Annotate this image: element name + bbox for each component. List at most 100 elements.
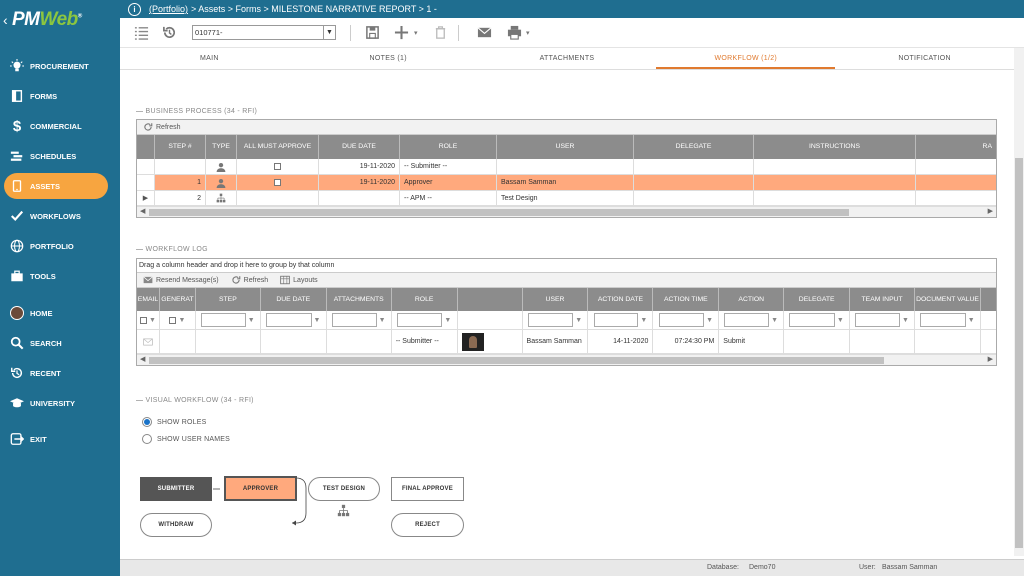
- due-date-filter-input[interactable]: [266, 313, 312, 327]
- sidebar-item-search[interactable]: SEARCH: [4, 330, 108, 356]
- filter-icon[interactable]: ▼: [314, 317, 321, 324]
- col-action-date[interactable]: ACTION DATE: [588, 288, 654, 311]
- radio-selected[interactable]: [142, 417, 152, 427]
- col-all-must-approve[interactable]: ALL MUST APPROVE: [237, 135, 319, 159]
- email-filter-checkbox[interactable]: [140, 316, 148, 324]
- sidebar-item-recent[interactable]: RECENT: [4, 360, 108, 386]
- add-icon[interactable]: [394, 18, 409, 48]
- filter-icon[interactable]: ▼: [640, 317, 647, 324]
- refresh-button[interactable]: Refresh: [143, 122, 181, 132]
- col-step[interactable]: STEP: [196, 288, 261, 311]
- generate-filter-checkbox[interactable]: [169, 316, 177, 324]
- document-value-filter-input[interactable]: [920, 313, 966, 327]
- col-ra[interactable]: RA: [916, 135, 996, 159]
- save-icon[interactable]: [365, 18, 380, 48]
- col-due-date[interactable]: DUE DATE: [319, 135, 400, 159]
- col-due-date[interactable]: DUE DATE: [261, 288, 327, 311]
- wf-node-submitter[interactable]: SUBMITTER: [140, 477, 212, 501]
- table-row-selected[interactable]: 1 19-11-2020 Approver Bassam Samman: [137, 175, 996, 191]
- tab-main[interactable]: MAIN: [120, 48, 299, 69]
- wf-node-withdraw[interactable]: WITHDRAW: [140, 513, 212, 537]
- col-type[interactable]: TYPE: [206, 135, 237, 159]
- hscroll-thumb[interactable]: [149, 357, 884, 364]
- refresh-button[interactable]: Refresh: [231, 275, 268, 285]
- sidebar-item-portfolio[interactable]: PORTFOLIO: [4, 233, 108, 259]
- user-filter-input[interactable]: [527, 313, 574, 327]
- expand-row-icon[interactable]: ▶: [137, 191, 155, 205]
- action-time-filter-input[interactable]: [658, 313, 705, 327]
- sidebar-item-workflows[interactable]: WORKFLOWS: [4, 203, 108, 229]
- all-must-approve-checkbox[interactable]: [274, 163, 281, 170]
- col-action-time[interactable]: ACTION TIME: [653, 288, 720, 311]
- col-step[interactable]: STEP #: [155, 135, 206, 159]
- chevron-down-icon[interactable]: ▼: [323, 26, 335, 39]
- info-icon[interactable]: i: [128, 2, 141, 16]
- col-document-value[interactable]: DOCUMENT VALUE: [915, 288, 981, 311]
- sidebar-item-home[interactable]: HOME: [4, 300, 108, 326]
- breadcrumb-portfolio-link[interactable]: (Portfolio): [149, 4, 188, 14]
- add-dropdown-icon[interactable]: ▾: [414, 18, 418, 48]
- col-attachments[interactable]: ATTACHMENTS: [327, 288, 392, 311]
- sidebar-item-commercial[interactable]: $ COMMERCIAL: [4, 113, 108, 139]
- page-scrollbar-thumb[interactable]: [1015, 158, 1023, 548]
- business-process-hscroll[interactable]: ◀ ▶: [137, 206, 996, 217]
- table-row[interactable]: ▶ 2 -- APM -- Test Design: [137, 191, 996, 206]
- logo[interactable]: ‹ PMWeb®: [0, 0, 120, 42]
- col-delegate[interactable]: DELEGATE: [784, 288, 851, 311]
- filter-icon[interactable]: ▼: [902, 317, 909, 324]
- col-action[interactable]: ACTION: [719, 288, 785, 311]
- col-team-input[interactable]: TEAM INPUT: [850, 288, 916, 311]
- action-filter-input[interactable]: [724, 313, 770, 327]
- sidebar-item-procurement[interactable]: PROCUREMENT: [4, 53, 108, 79]
- scroll-right-icon[interactable]: ▶: [988, 355, 993, 363]
- scroll-left-icon[interactable]: ◀: [140, 355, 145, 363]
- tab-attachments[interactable]: ATTACHMENTS: [478, 48, 657, 69]
- record-select[interactable]: 010771- ▼: [192, 25, 336, 40]
- team-input-filter-input[interactable]: [855, 313, 900, 327]
- col-email[interactable]: EMAIL: [137, 288, 160, 311]
- action-date-filter-input[interactable]: [593, 313, 639, 327]
- table-row[interactable]: 19-11-2020 -- Submitter --: [137, 159, 996, 175]
- filter-icon[interactable]: ▼: [771, 317, 778, 324]
- filter-icon[interactable]: ▼: [379, 317, 386, 324]
- tab-notification[interactable]: NOTIFICATION: [835, 48, 1014, 69]
- scroll-right-icon[interactable]: ▶: [988, 207, 993, 215]
- list-icon[interactable]: [134, 18, 149, 48]
- resend-messages-button[interactable]: Resend Message(s): [143, 275, 219, 285]
- wf-node-final-approve[interactable]: FINAL APPROVE: [391, 477, 464, 501]
- col-delegate[interactable]: DELEGATE: [634, 135, 754, 159]
- tab-workflow[interactable]: WORKFLOW (1/2): [656, 48, 836, 69]
- sidebar-item-tools[interactable]: TOOLS: [4, 263, 108, 289]
- layouts-button[interactable]: Layouts: [280, 275, 318, 285]
- table-row[interactable]: -- Submitter -- Bassam Samman 14-11-2020…: [137, 330, 996, 354]
- role-filter-input[interactable]: [396, 313, 443, 327]
- delete-icon[interactable]: [433, 18, 448, 48]
- filter-icon[interactable]: ▼: [837, 317, 844, 324]
- filter-icon[interactable]: ▼: [706, 317, 713, 324]
- col-role[interactable]: ROLE: [392, 288, 458, 311]
- show-user-names-radio[interactable]: SHOW USER NAMES: [142, 434, 230, 444]
- filter-icon[interactable]: ▼: [444, 317, 451, 324]
- print-dropdown-icon[interactable]: ▾: [526, 18, 530, 48]
- filter-icon[interactable]: ▼: [968, 317, 975, 324]
- sidebar-item-assets[interactable]: ASSETS: [4, 173, 108, 199]
- all-must-approve-checkbox[interactable]: [274, 179, 281, 186]
- filter-icon[interactable]: ▼: [248, 317, 255, 324]
- delegate-filter-input[interactable]: [789, 313, 835, 327]
- sidebar-item-forms[interactable]: FORMS: [4, 83, 108, 109]
- col-avatar[interactable]: [458, 288, 523, 311]
- col-generate[interactable]: GENERAT: [160, 288, 196, 311]
- group-by-hint[interactable]: Drag a column header and drop it here to…: [137, 259, 996, 273]
- page-scrollbar[interactable]: [1014, 48, 1024, 556]
- wf-node-reject[interactable]: REJECT: [391, 513, 464, 537]
- tab-notes[interactable]: NOTES (1): [299, 48, 478, 69]
- scroll-left-icon[interactable]: ◀: [140, 207, 145, 215]
- col-user[interactable]: USER: [523, 288, 589, 311]
- filter-icon[interactable]: ▼: [178, 317, 185, 324]
- wf-node-test-design[interactable]: TEST DESIGN: [308, 477, 380, 501]
- wf-node-approver[interactable]: APPROVER: [224, 476, 297, 501]
- filter-icon[interactable]: ▼: [149, 317, 156, 324]
- step-filter-input[interactable]: [201, 313, 246, 327]
- hscroll-thumb[interactable]: [149, 209, 849, 216]
- sidebar-item-schedules[interactable]: SCHEDULES: [4, 143, 108, 169]
